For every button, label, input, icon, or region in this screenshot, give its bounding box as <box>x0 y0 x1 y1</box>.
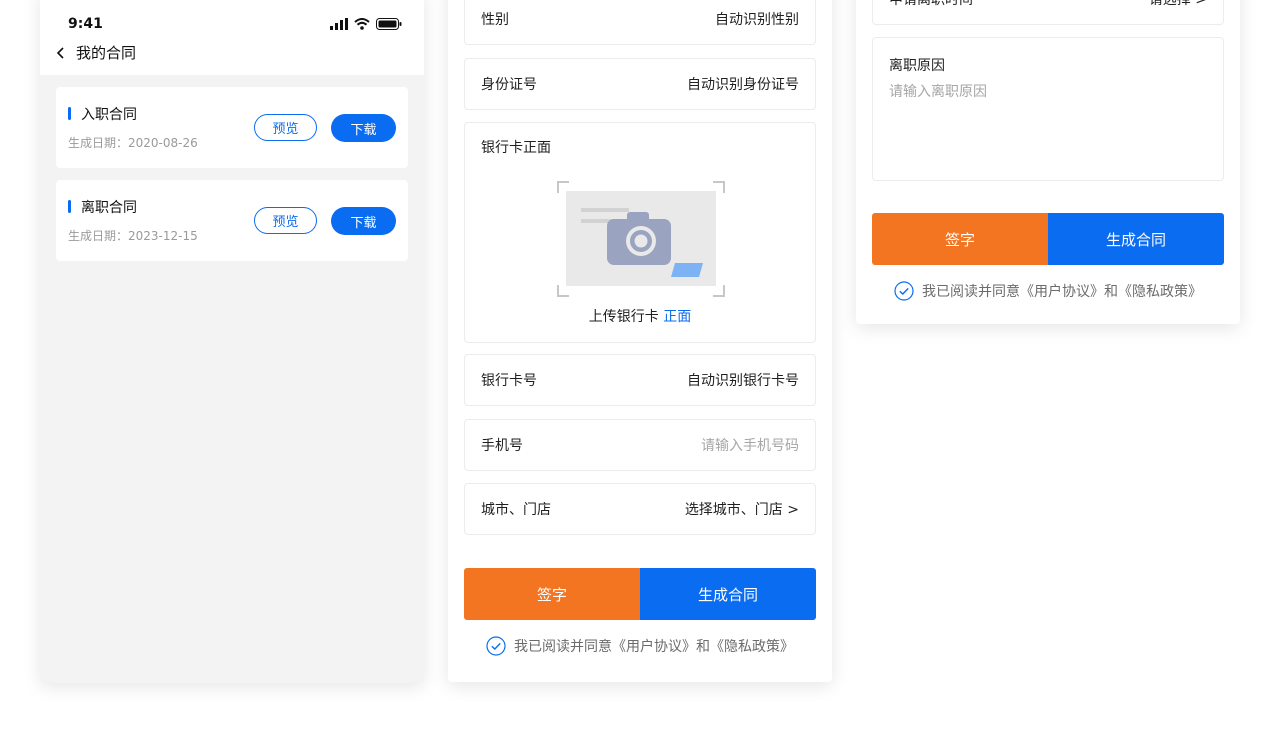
wifi-icon <box>354 18 370 30</box>
download-button[interactable]: 下载 <box>331 207 396 235</box>
accent-bar <box>68 107 71 120</box>
row-label: 性别 <box>481 12 509 28</box>
chevron-left-icon[interactable] <box>54 46 68 60</box>
upload-caption[interactable]: 上传银行卡 正面 <box>465 306 815 326</box>
battery-icon <box>376 18 402 30</box>
accent-bar <box>68 200 71 213</box>
contract-date: 生成日期：2023-12-15 <box>68 229 198 243</box>
row-value: 自动识别性别 <box>715 12 799 28</box>
page-title: 我的合同 <box>76 44 137 62</box>
reason-label: 离职原因 <box>889 58 945 74</box>
id-number-row[interactable]: 身份证号 自动识别身份证号 <box>464 58 816 110</box>
contract-title: 离职合同 <box>81 200 137 216</box>
reason-field[interactable]: 离职原因 请输入离职原因 <box>872 37 1224 181</box>
action-bar: 签字 生成合同 <box>464 568 816 620</box>
sign-button[interactable]: 签字 <box>872 213 1048 265</box>
upload-caption-highlight: 正面 <box>663 309 692 325</box>
row-label: 手机号 <box>481 438 523 454</box>
bank-card-upload: 银行卡正面 上传银行卡 正面 <box>464 122 816 343</box>
contract-date: 生成日期：2020-08-26 <box>68 136 198 150</box>
check-circle-icon[interactable] <box>894 281 914 301</box>
upload-caption-text: 上传银行卡 <box>588 309 664 325</box>
contract-card-onboarding: 入职合同 生成日期：2020-08-26 预览 下载 <box>56 87 408 168</box>
row-value: 自动识别银行卡号 <box>687 373 799 389</box>
onboarding-form-screen: 性别 自动识别性别 身份证号 自动识别身份证号 银行卡正面 上传银行卡 正面 银… <box>448 0 832 682</box>
contract-title: 入职合同 <box>81 107 137 123</box>
row-value: 自动识别身份证号 <box>687 77 799 93</box>
row-label: 城市、门店 <box>481 502 551 518</box>
agreement[interactable]: 我已阅读并同意《用户协议》和《隐私政策》 <box>448 636 832 656</box>
status-icons <box>330 17 402 31</box>
city-store-select[interactable]: 选择城市、门店 > <box>685 499 799 519</box>
agreement-text: 我已阅读并同意《用户协议》和《隐私政策》 <box>922 284 1202 300</box>
bank-card-number-row[interactable]: 银行卡号 自动识别银行卡号 <box>464 354 816 406</box>
preview-button[interactable]: 预览 <box>254 207 317 234</box>
agreement-text: 我已阅读并同意《用户协议》和《隐私政策》 <box>514 639 794 655</box>
generate-contract-button[interactable]: 生成合同 <box>640 568 816 620</box>
download-button[interactable]: 下载 <box>331 114 396 142</box>
phone-row[interactable]: 手机号 请输入手机号码 <box>464 419 816 471</box>
top-bar: 9:41 我的合同 <box>40 0 424 75</box>
row-label: 身份证号 <box>481 77 537 93</box>
row-label: 银行卡号 <box>481 373 537 389</box>
signal-icon <box>330 18 348 30</box>
gender-row[interactable]: 性别 自动识别性别 <box>464 0 816 45</box>
camera-icon[interactable] <box>557 181 725 297</box>
apply-time-row[interactable]: 申请离职时间 请选择 > <box>872 0 1224 25</box>
resignation-form-screen: 申请离职时间 请选择 > 离职原因 请输入离职原因 签字 生成合同 我已阅读并同… <box>856 0 1240 324</box>
preview-button[interactable]: 预览 <box>254 114 317 141</box>
row-label: 申请离职时间 <box>889 0 973 8</box>
upload-title: 银行卡正面 <box>481 140 551 156</box>
status-time: 9:41 <box>68 16 103 32</box>
sign-button[interactable]: 签字 <box>464 568 640 620</box>
phone-input[interactable]: 请输入手机号码 <box>701 435 799 455</box>
city-store-row[interactable]: 城市、门店 选择城市、门店 > <box>464 483 816 535</box>
reason-input[interactable]: 请输入离职原因 <box>889 81 987 101</box>
generate-contract-button[interactable]: 生成合同 <box>1048 213 1224 265</box>
nav-bar: 我的合同 <box>54 42 136 63</box>
agreement[interactable]: 我已阅读并同意《用户协议》和《隐私政策》 <box>856 281 1240 301</box>
contracts-screen: 9:41 我的合同 入职合同 生成日期：2020-08-26 预览 下载 离职合… <box>40 0 424 683</box>
check-circle-icon[interactable] <box>486 636 506 656</box>
action-bar: 签字 生成合同 <box>872 213 1224 265</box>
contract-card-resignation: 离职合同 生成日期：2023-12-15 预览 下载 <box>56 180 408 261</box>
apply-time-select[interactable]: 请选择 > <box>1149 0 1207 9</box>
